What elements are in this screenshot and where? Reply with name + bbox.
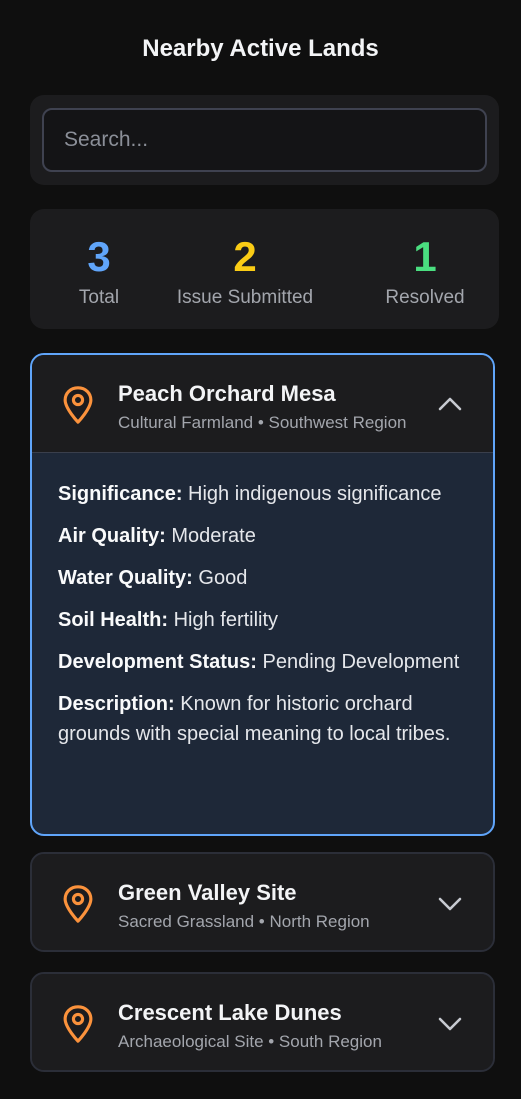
detail-description: Description: Known for historic orchard … bbox=[58, 689, 467, 749]
map-pin-icon bbox=[63, 386, 93, 424]
land-card-crescent-lake-dunes: Crescent Lake Dunes Archaeological Site … bbox=[30, 972, 495, 1072]
land-name: Green Valley Site bbox=[118, 880, 297, 905]
detail-key: Development Status: bbox=[58, 651, 257, 673]
detail-water-quality: Water Quality: Good bbox=[58, 563, 467, 593]
stats-panel: 3 Total 2 Issue Submitted 1 Resolved bbox=[30, 209, 499, 329]
detail-value: Good bbox=[198, 567, 248, 589]
land-name: Crescent Lake Dunes bbox=[118, 1000, 342, 1025]
detail-key: Description: bbox=[58, 693, 175, 715]
land-card-peach-orchard-mesa: Peach Orchard Mesa Cultural Farmland • S… bbox=[30, 353, 495, 836]
detail-value: High fertility bbox=[173, 609, 279, 631]
stat-issue-submitted-value: 2 bbox=[233, 233, 257, 280]
map-pin-icon bbox=[63, 885, 93, 923]
search-input[interactable] bbox=[42, 108, 487, 172]
stat-resolved-value: 1 bbox=[413, 233, 437, 280]
chevron-down-icon[interactable] bbox=[437, 1012, 463, 1034]
stat-issue-submitted: 2 Issue Submitted bbox=[160, 231, 330, 309]
stat-resolved: 1 Resolved bbox=[370, 231, 480, 309]
map-pin-icon bbox=[63, 1005, 93, 1043]
land-card-header[interactable]: Crescent Lake Dunes Archaeological Site … bbox=[32, 974, 493, 1070]
land-card-green-valley-site: Green Valley Site Sacred Grassland • Nor… bbox=[30, 852, 495, 952]
page-title: Nearby Active Lands bbox=[142, 35, 379, 62]
land-card-header[interactable]: Green Valley Site Sacred Grassland • Nor… bbox=[32, 854, 493, 950]
land-subtitle: Sacred Grassland • North Region bbox=[118, 912, 370, 931]
stat-resolved-label: Resolved bbox=[385, 287, 465, 308]
land-subtitle: Archaeological Site • South Region bbox=[118, 1032, 382, 1051]
stat-issue-submitted-label: Issue Submitted bbox=[176, 287, 314, 308]
detail-value: High indigenous significance bbox=[188, 483, 442, 505]
stat-total: 3 Total bbox=[44, 231, 154, 309]
page: Nearby Active Lands 3 Total 2 Issue Subm… bbox=[0, 0, 521, 1099]
detail-value: Moderate bbox=[171, 525, 256, 547]
detail-key: Air Quality: bbox=[58, 525, 166, 547]
land-details: Significance: High indigenous significan… bbox=[32, 453, 493, 773]
detail-significance: Significance: High indigenous significan… bbox=[58, 479, 467, 509]
stat-total-label: Total bbox=[78, 287, 120, 308]
detail-key: Water Quality: bbox=[58, 567, 193, 589]
detail-air-quality: Air Quality: Moderate bbox=[58, 521, 467, 551]
land-name: Peach Orchard Mesa bbox=[118, 381, 336, 406]
detail-soil-health: Soil Health: High fertility bbox=[58, 605, 467, 635]
chevron-down-icon[interactable] bbox=[437, 892, 463, 914]
detail-value: Pending Development bbox=[262, 651, 460, 673]
chevron-up-icon[interactable] bbox=[437, 393, 463, 415]
detail-key: Significance: bbox=[58, 483, 183, 505]
land-subtitle: Cultural Farmland • Southwest Region bbox=[118, 413, 407, 432]
land-card-header[interactable]: Peach Orchard Mesa Cultural Farmland • S… bbox=[32, 355, 493, 453]
detail-development-status: Development Status: Pending Development bbox=[58, 647, 467, 677]
detail-key: Soil Health: bbox=[58, 609, 169, 631]
stat-total-value: 3 bbox=[87, 233, 111, 280]
search-panel bbox=[30, 95, 499, 185]
